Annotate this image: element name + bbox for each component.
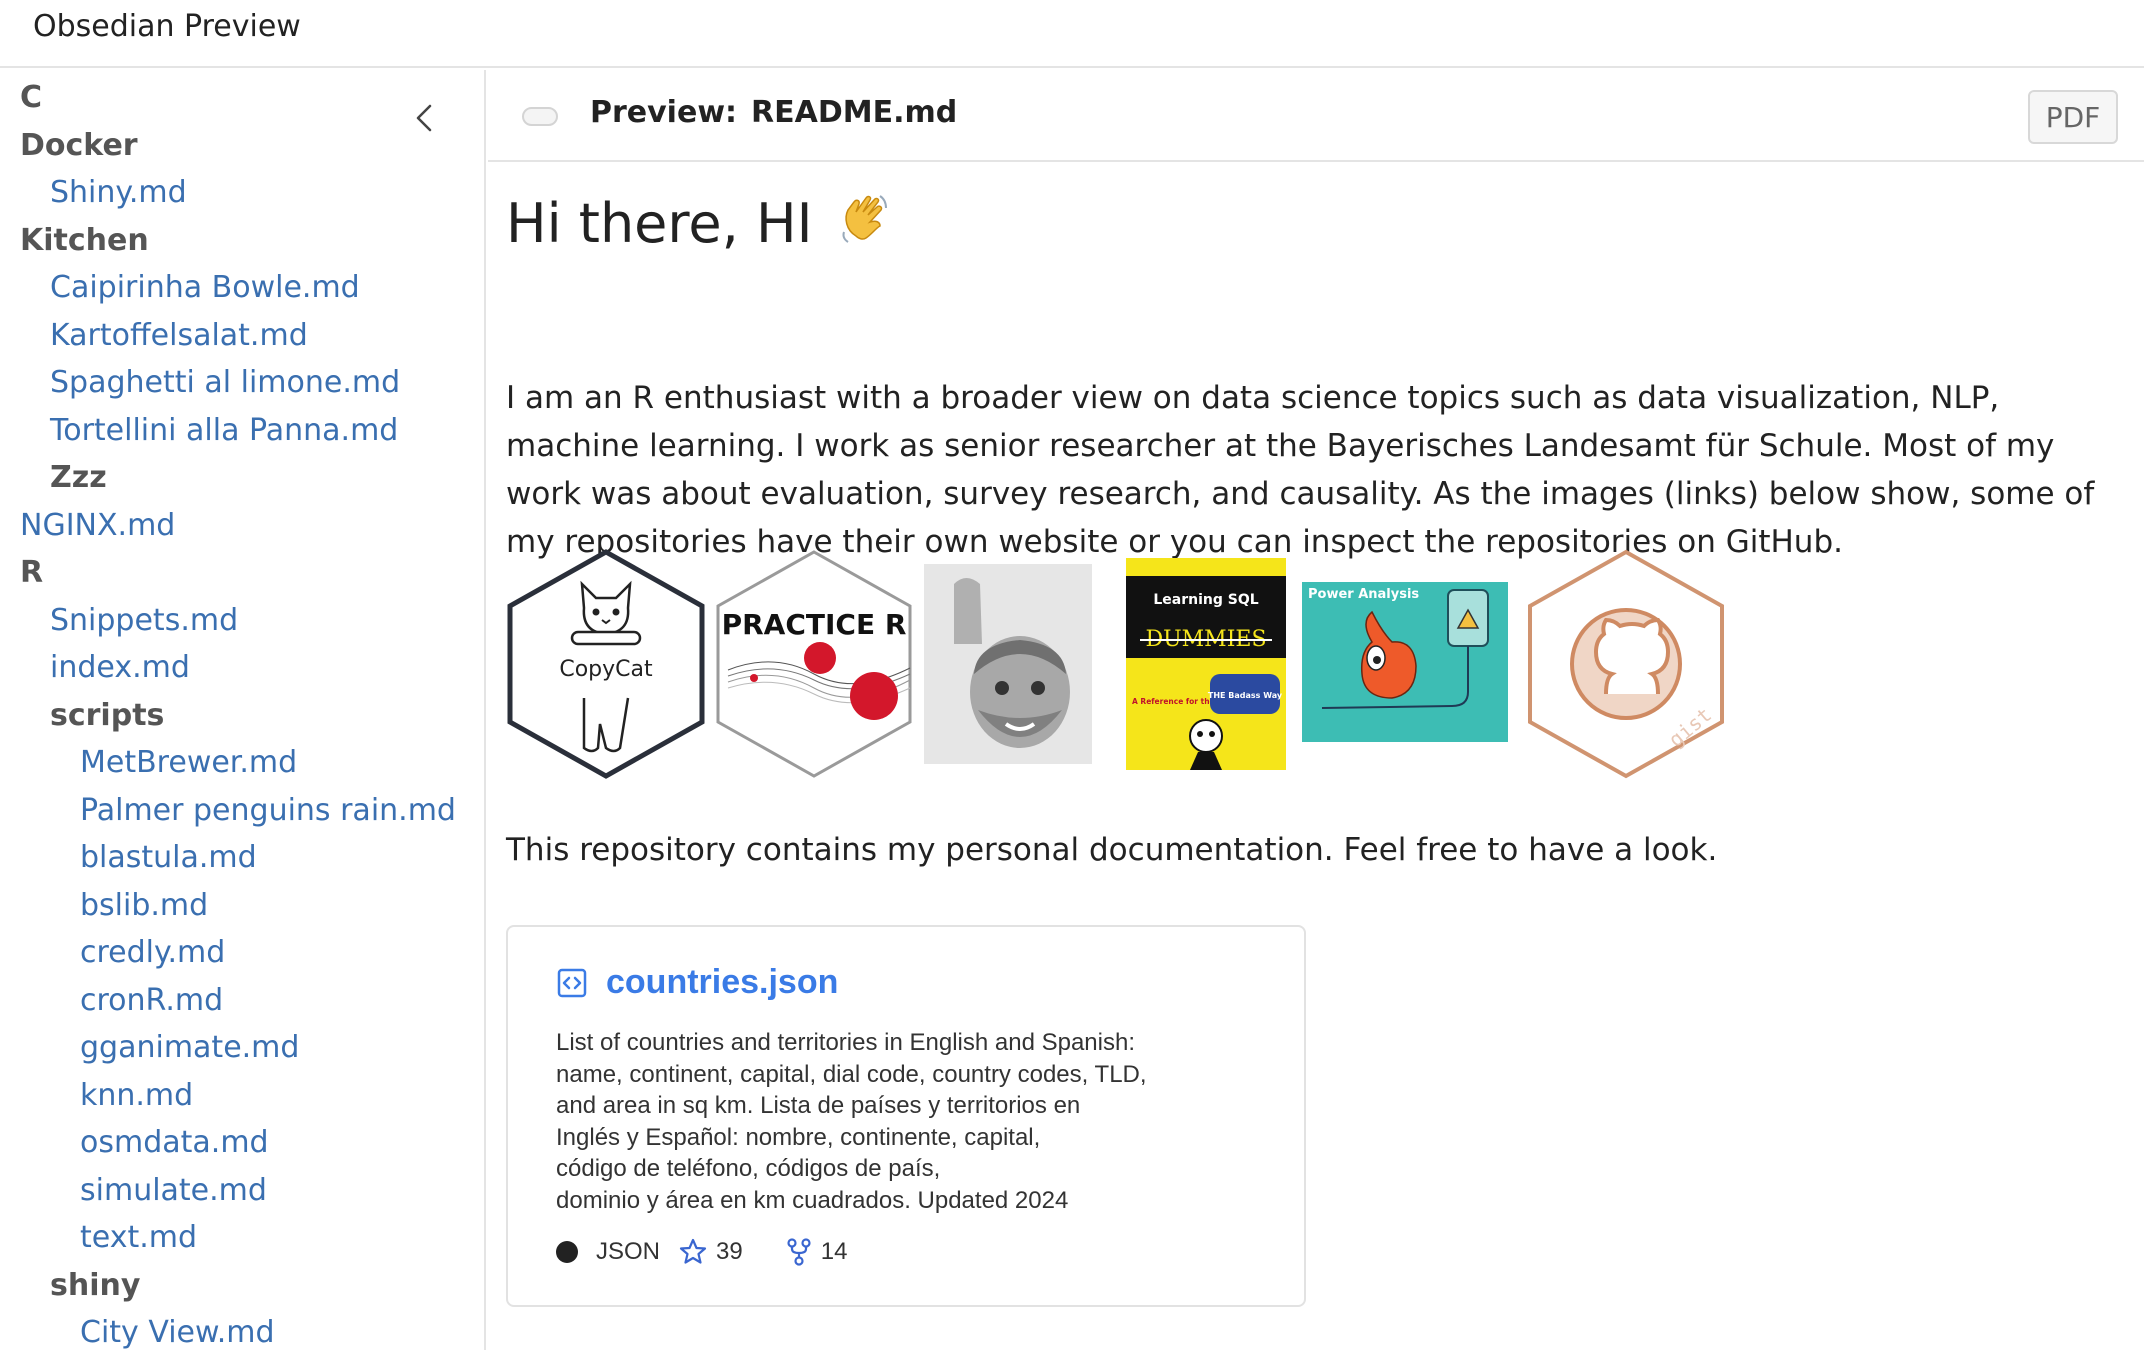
sidebar-file-knn-md[interactable]: knn.md bbox=[80, 1076, 193, 1116]
fork-icon bbox=[787, 1238, 811, 1266]
view-toggle[interactable] bbox=[522, 107, 558, 126]
preview-pane: Preview: README.md PDF Hi there, HI I am … bbox=[488, 70, 2144, 1350]
copycat-hex-badge[interactable]: CopyCat bbox=[506, 548, 706, 780]
learning-sql-book-cover[interactable]: Learning SQL DUMMIES A Reference for the… bbox=[1126, 558, 1286, 770]
preview-toolbar: Preview: README.md PDF bbox=[488, 70, 2144, 162]
sidebar-folder-c[interactable]: C bbox=[20, 78, 42, 118]
sidebar-file-palmer-penguins-rain-md[interactable]: Palmer penguins rain.md bbox=[80, 791, 456, 831]
repo-language: JSON bbox=[596, 1238, 661, 1265]
intro-paragraph: I am an R enthusiast with a broader view… bbox=[506, 380, 2095, 560]
sidebar-file-spaghetti-al-limone-md[interactable]: Spaghetti al limone.md bbox=[50, 363, 400, 403]
book-badass-label: THE Badass Way bbox=[1208, 691, 1283, 700]
repo-card-title-link[interactable]: countries.json bbox=[556, 963, 838, 1002]
sidebar-folder-scripts[interactable]: scripts bbox=[50, 696, 164, 736]
book-title-label: Learning SQL bbox=[1153, 592, 1258, 608]
repo-card-description: List of countries and territories in Eng… bbox=[556, 1029, 1147, 1214]
collapse-sidebar-button[interactable] bbox=[404, 98, 444, 138]
sidebar-file-osmdata-md[interactable]: osmdata.md bbox=[80, 1123, 269, 1163]
sidebar-file-simulate-md[interactable]: simulate.md bbox=[80, 1171, 267, 1211]
heading-text: Hi there, HI bbox=[506, 192, 813, 255]
repo-forks[interactable]: 14 bbox=[785, 1237, 848, 1267]
language-color-dot bbox=[556, 1241, 578, 1263]
repo-card[interactable]: countries.json List of countries and ter… bbox=[506, 925, 1306, 1307]
sidebar-folder-shiny[interactable]: shiny bbox=[50, 1266, 140, 1306]
sidebar-folder-r[interactable]: R bbox=[20, 553, 43, 593]
sidebar-file-caipirinha-bowle-md[interactable]: Caipirinha Bowle.md bbox=[50, 268, 360, 308]
title-bar: Obsedian Preview bbox=[0, 0, 2144, 68]
preview-prefix: Preview: bbox=[590, 95, 738, 130]
power-analysis-image[interactable]: Power Analysis bbox=[1302, 582, 1508, 742]
sidebar-file-text-md[interactable]: text.md bbox=[80, 1218, 197, 1258]
repo-card-title: countries.json bbox=[606, 963, 839, 1001]
pdf-export-button[interactable]: PDF bbox=[2028, 90, 2118, 144]
gist-hex-badge[interactable]: gist bbox=[1526, 548, 1726, 780]
page-heading: Hi there, HI bbox=[506, 188, 896, 255]
practice-r-hex-badge[interactable]: PRACTICE R bbox=[714, 548, 914, 780]
file-explorer-sidebar: C Docker Shiny.md Kitchen Caipirinha Bowle.m… bbox=[0, 70, 486, 1350]
sidebar-file-bslib-md[interactable]: bslib.md bbox=[80, 886, 208, 926]
sidebar-folder-docker[interactable]: Docker bbox=[20, 126, 138, 166]
sidebar-file-tortellini-alla-panna-md[interactable]: Tortellini alla Panna.md bbox=[50, 411, 398, 451]
sidebar-file-nginx-md[interactable]: NGINX.md bbox=[20, 506, 175, 546]
sidebar-file-kartoffelsalat-md[interactable]: Kartoffelsalat.md bbox=[50, 316, 308, 356]
practice-r-label: PRACTICE R bbox=[722, 608, 907, 641]
sidebar-file-blastula-md[interactable]: blastula.md bbox=[80, 838, 257, 878]
sidebar-file-shiny-md[interactable]: Shiny.md bbox=[50, 173, 187, 213]
app-title: Obsedian Preview bbox=[33, 9, 301, 44]
sidebar-folder-kitchen[interactable]: Kitchen bbox=[20, 221, 149, 261]
memoji-avatar-image[interactable] bbox=[924, 564, 1092, 764]
repo-forks-count: 14 bbox=[820, 1238, 848, 1265]
repo-stars[interactable]: 39 bbox=[678, 1237, 743, 1267]
sidebar-file-index-md[interactable]: index.md bbox=[50, 648, 190, 688]
sidebar-file-snippets-md[interactable]: Snippets.md bbox=[50, 601, 238, 641]
sidebar-file-metbrewer-md[interactable]: MetBrewer.md bbox=[80, 743, 297, 783]
preview-filename: README.md bbox=[751, 95, 958, 130]
code-square-icon bbox=[557, 968, 587, 997]
preview-title: Preview: README.md bbox=[590, 95, 957, 130]
sidebar-file-credly-md[interactable]: credly.md bbox=[80, 933, 225, 973]
copycat-label: CopyCat bbox=[559, 657, 653, 682]
sidebar-file-city-view-md[interactable]: City View.md bbox=[80, 1313, 275, 1350]
repo-badges: CopyCat PRACTICE R Learning SQL DUMMIES … bbox=[506, 548, 1806, 788]
repo-stars-count: 39 bbox=[716, 1238, 743, 1265]
repo-card-meta: JSON 39 14 bbox=[556, 1237, 847, 1267]
waving-hand-icon bbox=[842, 195, 887, 243]
sidebar-file-cronr-md[interactable]: cronR.md bbox=[80, 981, 223, 1021]
chevron-left-icon bbox=[416, 104, 432, 132]
sidebar-file-gganimate-md[interactable]: gganimate.md bbox=[80, 1028, 299, 1068]
star-icon bbox=[679, 1238, 707, 1264]
sidebar-folder-zzz[interactable]: Zzz bbox=[50, 458, 107, 498]
outro-paragraph: This repository contains my personal doc… bbox=[506, 832, 1718, 868]
power-analysis-label: Power Analysis bbox=[1308, 587, 1419, 602]
